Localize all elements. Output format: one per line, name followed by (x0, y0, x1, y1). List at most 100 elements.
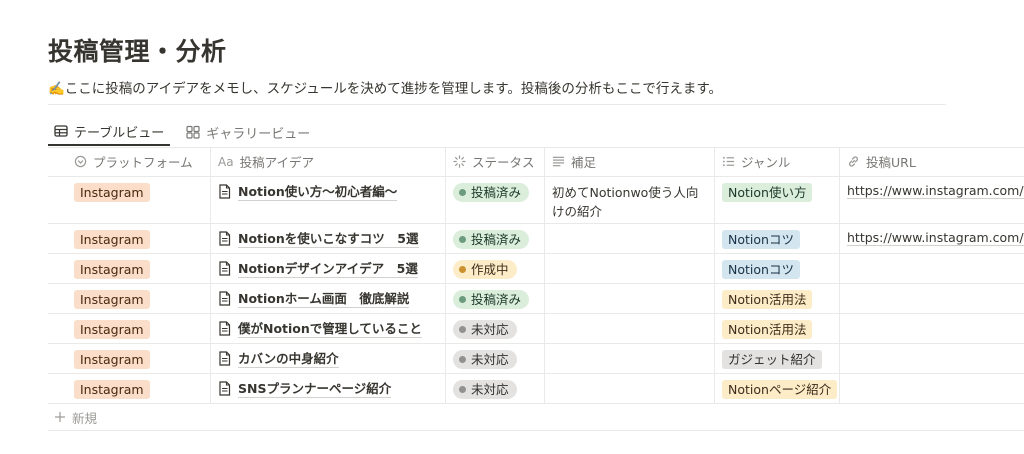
idea-link[interactable]: Notionデザインアイデア 5選 (218, 260, 438, 278)
page-description: ✍️ここに投稿のアイデアをメモし、スケジュールを決めて進捗を管理します。投稿後の… (48, 81, 722, 97)
column-header-idea[interactable]: Aa 投稿アイデア (211, 148, 446, 176)
document-icon (219, 261, 231, 276)
cell-note[interactable] (545, 254, 715, 283)
document-icon (219, 231, 231, 246)
status-icon (453, 155, 466, 168)
cell-idea[interactable]: Notionホーム画面 徹底解説 (211, 284, 446, 313)
table-icon (54, 125, 68, 137)
tab-table-view[interactable]: テーブルビュー (48, 118, 171, 146)
status-label: 投稿済み (471, 292, 522, 307)
idea-title: カバンの中身紹介 (238, 351, 339, 368)
status-badge: 未対応 (453, 320, 517, 339)
column-label: 補足 (571, 155, 597, 170)
cell-note[interactable] (545, 284, 715, 313)
cell-genre[interactable]: Notion使い方 (715, 177, 840, 223)
status-dot (459, 236, 466, 243)
cell-status[interactable]: 未対応 (446, 344, 545, 373)
idea-link[interactable]: 僕がNotionで管理していること (218, 320, 438, 338)
url-link[interactable]: https://www.instagram.com/ (847, 230, 1024, 246)
genre-tag: Notionコツ (722, 260, 800, 279)
platform-tag: Instagram (74, 350, 150, 369)
select-icon (74, 155, 87, 168)
cell-idea[interactable]: Notionデザインアイデア 5選 (211, 254, 446, 283)
table-row[interactable]: Instagram Notionを使いこなすコツ 5選 投稿済み Notionコ… (48, 224, 1024, 254)
cell-status[interactable]: 作成中 (446, 254, 545, 283)
cell-genre[interactable]: ガジェット紹介 (715, 344, 840, 373)
cell-genre[interactable]: Notion活用法 (715, 284, 840, 313)
table-row[interactable]: Instagram 僕がNotionで管理していること 未対応 Notion活用… (48, 314, 1024, 344)
idea-link[interactable]: Notionホーム画面 徹底解説 (218, 290, 438, 308)
idea-title: Notion使い方〜初心者編〜 (238, 184, 398, 201)
column-label: 投稿URL (866, 155, 916, 170)
cell-url[interactable] (840, 284, 1024, 313)
divider (48, 104, 946, 105)
status-badge: 作成中 (453, 260, 517, 279)
platform-tag: Instagram (74, 183, 150, 202)
genre-tag: Notionページ紹介 (722, 380, 838, 399)
cell-url[interactable] (840, 254, 1024, 283)
table-row[interactable]: Instagram Notionホーム画面 徹底解説 投稿済み Notion活用… (48, 284, 1024, 314)
cell-platform[interactable]: Instagram (48, 177, 211, 223)
cell-note[interactable] (545, 314, 715, 343)
idea-title: SNSプランナーページ紹介 (238, 381, 392, 398)
cell-platform[interactable]: Instagram (48, 284, 211, 313)
document-icon (219, 351, 231, 366)
column-header-platform[interactable]: プラットフォーム (48, 148, 211, 176)
table-row[interactable]: Instagram Notionデザインアイデア 5選 作成中 Notionコツ (48, 254, 1024, 284)
idea-link[interactable]: Notionを使いこなすコツ 5選 (218, 230, 438, 248)
cell-platform[interactable]: Instagram (48, 254, 211, 283)
cell-platform[interactable]: Instagram (48, 224, 211, 253)
cell-platform[interactable]: Instagram (48, 344, 211, 373)
table-row[interactable]: Instagram Notion使い方〜初心者編〜 投稿済み 初めてNotion… (48, 177, 1024, 224)
cell-url[interactable]: https://www.instagram.com/ (840, 177, 1024, 223)
column-label: プラットフォーム (93, 155, 193, 170)
status-label: 投稿済み (471, 232, 522, 247)
status-badge: 未対応 (453, 350, 517, 369)
cell-status[interactable]: 投稿済み (446, 177, 545, 223)
cell-status[interactable]: 投稿済み (446, 284, 545, 313)
cell-status[interactable]: 投稿済み (446, 224, 545, 253)
cell-note[interactable] (545, 374, 715, 403)
cell-genre[interactable]: Notionコツ (715, 224, 840, 253)
url-link[interactable]: https://www.instagram.com/ (847, 183, 1024, 199)
cell-genre[interactable]: Notion活用法 (715, 314, 840, 343)
title-aa-icon: Aa (218, 154, 234, 169)
platform-tag: Instagram (74, 380, 150, 399)
cell-genre[interactable]: Notionコツ (715, 254, 840, 283)
column-header-url[interactable]: 投稿URL (840, 148, 1024, 176)
status-label: 未対応 (471, 322, 509, 337)
cell-genre[interactable]: Notionページ紹介 (715, 374, 840, 403)
column-header-note[interactable]: 補足 (545, 148, 715, 176)
idea-link[interactable]: Notion使い方〜初心者編〜 (218, 183, 438, 201)
cell-url[interactable]: https://www.instagram.com/ (840, 224, 1024, 253)
column-header-status[interactable]: ステータス (446, 148, 545, 176)
column-label: ステータス (472, 155, 535, 170)
cell-idea[interactable]: 僕がNotionで管理していること (211, 314, 446, 343)
table-row[interactable]: Instagram カバンの中身紹介 未対応 ガジェット紹介 (48, 344, 1024, 374)
idea-link[interactable]: SNSプランナーページ紹介 (218, 380, 438, 398)
status-dot (459, 326, 466, 333)
idea-link[interactable]: カバンの中身紹介 (218, 350, 438, 368)
new-row-button[interactable]: 新規 (48, 404, 1024, 431)
cell-platform[interactable]: Instagram (48, 374, 211, 403)
table-row[interactable]: Instagram SNSプランナーページ紹介 未対応 Notionページ紹介 (48, 374, 1024, 404)
cell-note[interactable] (545, 224, 715, 253)
cell-idea[interactable]: Notion使い方〜初心者編〜 (211, 177, 446, 223)
cell-idea[interactable]: Notionを使いこなすコツ 5選 (211, 224, 446, 253)
cell-url[interactable] (840, 374, 1024, 403)
cell-idea[interactable]: カバンの中身紹介 (211, 344, 446, 373)
genre-tag: Notionコツ (722, 230, 800, 249)
text-lines-icon (552, 156, 565, 167)
tab-gallery-view[interactable]: ギャラリービュー (180, 118, 316, 146)
cell-idea[interactable]: SNSプランナーページ紹介 (211, 374, 446, 403)
cell-status[interactable]: 未対応 (446, 374, 545, 403)
cell-note[interactable]: 初めてNotionwo使う人向けの紹介 (545, 177, 715, 223)
document-icon (219, 291, 231, 306)
column-header-genre[interactable]: ジャンル (715, 148, 840, 176)
cell-url[interactable] (840, 314, 1024, 343)
status-badge: 未対応 (453, 380, 517, 399)
cell-note[interactable] (545, 344, 715, 373)
cell-status[interactable]: 未対応 (446, 314, 545, 343)
cell-platform[interactable]: Instagram (48, 314, 211, 343)
cell-url[interactable] (840, 344, 1024, 373)
